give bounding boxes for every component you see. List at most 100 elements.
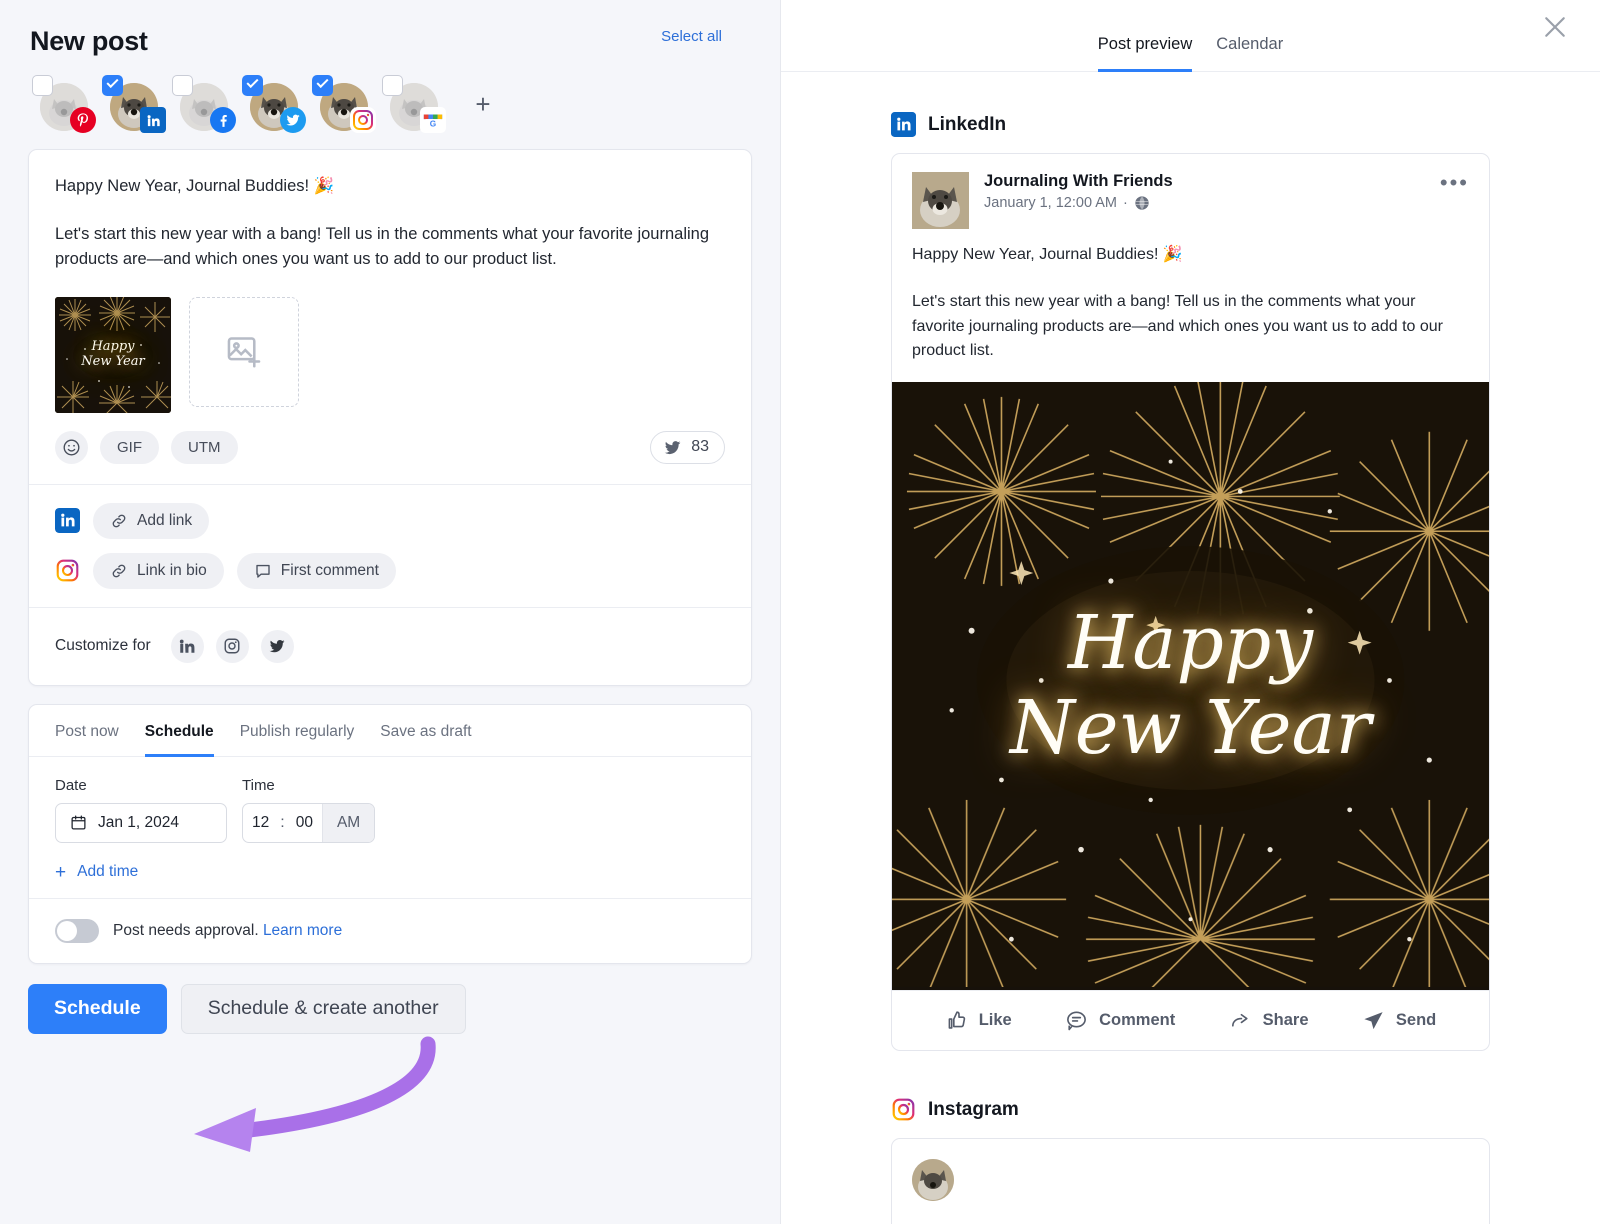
linkedin-link-options: Add link — [55, 503, 725, 539]
avatar — [912, 172, 969, 229]
select-all-link[interactable]: Select all — [661, 28, 722, 45]
schedule-fields: Date Time Jan 1, 2024 12 : 00 AM — [29, 757, 751, 898]
schedule-card: Post now Schedule Publish regularly Save… — [28, 704, 752, 964]
tab-save-as-draft[interactable]: Save as draft — [380, 705, 471, 757]
preview-line-1: Happy New Year, Journal Buddies! 🎉 — [912, 243, 1469, 268]
first-comment-button[interactable]: First comment — [237, 553, 396, 589]
time-input[interactable]: 12 : 00 AM — [242, 803, 375, 843]
add-time-button[interactable]: + Add time — [55, 863, 725, 882]
instagram-icon — [891, 1097, 916, 1122]
link-icon — [110, 562, 128, 580]
facebook-icon — [210, 107, 236, 133]
media-thumbnail[interactable]: Happy New Year — [55, 297, 171, 413]
send-button[interactable]: Send — [1362, 1009, 1436, 1032]
close-button[interactable] — [1540, 12, 1570, 42]
more-options-button[interactable]: ••• — [1440, 172, 1469, 194]
thumbnail-title-line-2: New Year — [55, 355, 171, 370]
account-google-business[interactable]: G — [378, 75, 448, 133]
composer-panel: New post — [0, 0, 781, 1224]
account-pinterest[interactable] — [28, 75, 98, 133]
composer-card: Happy New Year, Journal Buddies! 🎉 Let's… — [28, 149, 752, 686]
share-icon — [1229, 1009, 1252, 1032]
time-hour[interactable]: 12 — [243, 804, 278, 842]
linkedin-preview-card: Journaling With Friends January 1, 12:00… — [891, 153, 1490, 1051]
emoji-icon — [62, 438, 81, 457]
post-image-title-line-2: New Year — [892, 686, 1489, 771]
account-linkedin[interactable] — [98, 75, 168, 133]
customize-linkedin-button[interactable] — [171, 630, 204, 663]
new-post-dialog: New post — [0, 0, 1600, 1224]
post-author: Journaling With Friends — [984, 172, 1173, 191]
schedule-create-another-button[interactable]: Schedule & create another — [181, 984, 466, 1034]
composer-tools: GIF UTM 83 — [55, 413, 725, 484]
share-button[interactable]: Share — [1229, 1009, 1309, 1032]
customize-label: Customize for — [55, 637, 151, 655]
pinterest-icon — [70, 107, 96, 133]
customize-section: Customize for — [29, 607, 751, 685]
gif-button[interactable]: GIF — [100, 431, 159, 464]
post-image: Happy New Year — [892, 382, 1489, 990]
account-checkbox-instagram[interactable] — [312, 75, 333, 96]
twitter-icon — [280, 107, 306, 133]
composer-line-1: Happy New Year, Journal Buddies! 🎉 — [55, 174, 725, 200]
character-count-value: 83 — [691, 438, 709, 456]
send-label: Send — [1396, 1011, 1436, 1030]
account-checkbox-twitter[interactable] — [242, 75, 263, 96]
twitter-icon — [663, 438, 682, 457]
post-actions: Like Comment Share Send — [892, 990, 1489, 1050]
tab-schedule[interactable]: Schedule — [145, 705, 214, 757]
date-value: Jan 1, 2024 — [98, 814, 179, 832]
thumbnail-title-line-1: Happy — [55, 340, 171, 355]
approval-toggle[interactable] — [55, 919, 99, 943]
composer-text-area[interactable]: Happy New Year, Journal Buddies! 🎉 Let's… — [29, 150, 751, 484]
tab-post-now[interactable]: Post now — [55, 705, 119, 757]
annotation-arrow — [170, 1030, 460, 1170]
tab-post-preview[interactable]: Post preview — [1098, 35, 1192, 72]
account-checkbox-facebook[interactable] — [172, 75, 193, 96]
add-link-button[interactable]: Add link — [93, 503, 209, 539]
preview-network-instagram: Instagram — [781, 1051, 1600, 1122]
add-image-dropzone[interactable] — [189, 297, 299, 407]
add-account-button[interactable]: + — [468, 91, 498, 117]
account-checkbox-google-business[interactable] — [382, 75, 403, 96]
separator-dot: · — [1123, 195, 1128, 211]
comment-icon — [1065, 1009, 1088, 1032]
composer-line-2: Let's start this new year with a bang! T… — [55, 222, 725, 273]
share-label: Share — [1263, 1011, 1309, 1030]
date-label: Date — [55, 777, 242, 794]
learn-more-link[interactable]: Learn more — [263, 922, 342, 939]
account-twitter[interactable] — [238, 75, 308, 133]
action-buttons: Schedule Schedule & create another — [0, 964, 780, 1034]
account-instagram[interactable] — [308, 75, 378, 133]
approval-row: Post needs approval. Learn more — [29, 898, 751, 963]
account-checkbox-pinterest[interactable] — [32, 75, 53, 96]
account-checkbox-linkedin[interactable] — [102, 75, 123, 96]
time-minute[interactable]: 00 — [287, 804, 322, 842]
comment-button[interactable]: Comment — [1065, 1009, 1175, 1032]
preview-tabs: Post preview Calendar — [781, 0, 1600, 72]
emoji-button[interactable] — [55, 431, 88, 464]
schedule-button[interactable]: Schedule — [28, 984, 167, 1034]
media-row: Happy New Year — [55, 297, 725, 413]
time-meridiem[interactable]: AM — [322, 804, 374, 842]
utm-button[interactable]: UTM — [171, 431, 238, 464]
link-in-bio-button[interactable]: Link in bio — [93, 553, 224, 589]
account-facebook[interactable] — [168, 75, 238, 133]
linkedin-icon — [140, 107, 166, 133]
first-comment-label: First comment — [281, 562, 379, 580]
linkedin-icon — [178, 637, 196, 655]
tab-calendar[interactable]: Calendar — [1216, 35, 1283, 72]
customize-twitter-button[interactable] — [261, 630, 294, 663]
like-button[interactable]: Like — [945, 1009, 1012, 1032]
tab-publish-regularly[interactable]: Publish regularly — [240, 705, 355, 757]
link-options-section: Add link Link in bio — [29, 484, 751, 607]
comment-label: Comment — [1099, 1011, 1175, 1030]
add-image-icon — [225, 333, 263, 371]
date-input[interactable]: Jan 1, 2024 — [55, 803, 227, 843]
send-icon — [1362, 1009, 1385, 1032]
close-icon — [1540, 12, 1570, 42]
customize-instagram-button[interactable] — [216, 630, 249, 663]
account-selector: G + — [0, 57, 780, 133]
linkedin-icon — [891, 112, 916, 137]
network-name: Instagram — [928, 1099, 1019, 1121]
